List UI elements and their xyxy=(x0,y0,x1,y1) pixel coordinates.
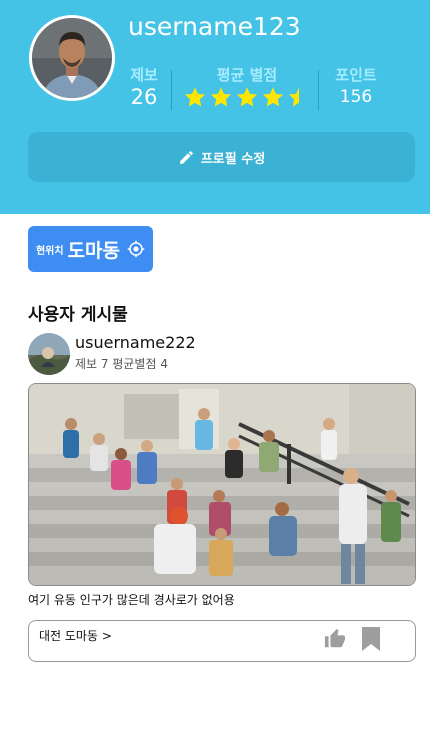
thumbs-up-icon[interactable] xyxy=(324,628,346,650)
post-footer: 대전 도마동 > xyxy=(28,620,416,662)
post-text: 여기 유동 인구가 많은데 경사로가 없어용 xyxy=(28,593,235,607)
star-icon xyxy=(289,87,299,107)
post-location-link[interactable]: 대전 도마동 > xyxy=(39,627,112,644)
location-name: 도마동 xyxy=(67,239,121,262)
rating-stat: 평균 별점 xyxy=(183,66,311,109)
reports-value: 26 xyxy=(130,85,158,109)
star-icon xyxy=(263,87,283,107)
post-author-name[interactable]: usuername222 xyxy=(75,333,196,352)
rating-label: 평균 별점 xyxy=(216,66,278,84)
section-title: 사용자 게시물 xyxy=(28,305,128,325)
star-icon xyxy=(211,87,231,107)
star-icon xyxy=(185,87,205,107)
profile-avatar[interactable] xyxy=(29,15,115,101)
stat-divider xyxy=(171,70,172,110)
rating-stars xyxy=(183,86,311,109)
reports-stat: 제보 26 xyxy=(128,66,160,110)
points-value: 156 xyxy=(339,87,373,107)
location-prefix: 현위치 xyxy=(35,245,64,257)
profile-photo xyxy=(32,18,112,98)
edit-profile-button[interactable]: 프로필 수정 xyxy=(28,132,415,182)
location-button[interactable]: 현위치 도마동 xyxy=(28,226,153,272)
points-stat: 포인트 156 xyxy=(330,66,382,110)
points-label: 포인트 xyxy=(335,66,377,84)
edit-profile-label: 프로필 수정 xyxy=(200,151,266,167)
post-author-avatar[interactable] xyxy=(28,333,70,375)
post-photo[interactable] xyxy=(28,383,416,586)
post-author-meta: 제보 7 평균별점 4 xyxy=(75,357,168,371)
stat-divider xyxy=(318,70,319,110)
bookmark-icon[interactable] xyxy=(362,627,380,651)
pencil-icon xyxy=(179,150,193,164)
profile-username: username123 xyxy=(128,12,301,41)
reports-label: 제보 xyxy=(130,66,158,84)
profile-header: username123 제보 26 평균 별점 포인트 156 프로필 수정 xyxy=(0,0,430,214)
star-icon xyxy=(237,87,257,107)
target-icon xyxy=(127,240,145,258)
